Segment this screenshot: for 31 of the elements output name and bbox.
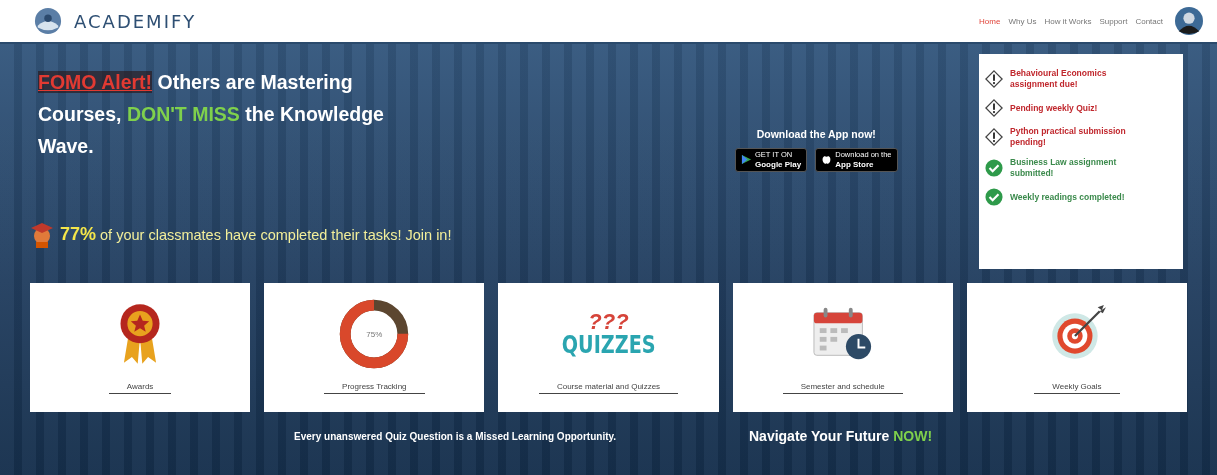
headline: FOMO Alert! Others are Mastering Courses, DON'T MISS the Knowledge Wave. <box>38 70 385 159</box>
classmates-stat: 77% of your classmates have completed their tasks! Join in! <box>60 223 452 245</box>
feature-card[interactable]: ??? QUIZZES Course material and Quizzes <box>498 283 719 412</box>
card-label: Weekly Goals <box>1034 379 1120 394</box>
card-label: Semester and schedule <box>782 379 903 394</box>
feature-card[interactable]: Awards <box>30 283 251 412</box>
brand-name: ACADEMIFY <box>74 10 197 32</box>
question-marks: ??? <box>588 311 629 333</box>
notification-text: Pending weekly Quiz! <box>1010 102 1098 114</box>
notification-text: Python practical submission pending! <box>1010 126 1127 148</box>
card-label: Course material and Quizzes <box>538 379 679 394</box>
nav-link[interactable]: Contact <box>1135 16 1163 26</box>
progress-reading: 75% <box>366 329 383 339</box>
feature-card[interactable]: Semester and schedule <box>732 283 953 412</box>
nav-link[interactable]: Support <box>1099 16 1128 26</box>
footer-cta: Navigate Your Future NOW! <box>749 428 933 444</box>
feature-card[interactable]: 75% Progress Tracking <box>264 283 485 412</box>
notification-text: Weekly readings completed! <box>1010 191 1125 203</box>
notification-text: Behavioural Economics assignment due! <box>1010 68 1108 90</box>
nav-link[interactable]: Home <box>979 16 1001 26</box>
graduate-icon <box>30 220 54 248</box>
nav-link[interactable]: How it Works <box>1044 16 1092 26</box>
quizzes-wordmark: QUIZZES <box>561 333 656 357</box>
download-title: Download the App now! <box>756 128 876 140</box>
nav-link[interactable]: Why Us <box>1008 16 1037 26</box>
feature-card[interactable]: Weekly Goals <box>966 283 1187 412</box>
avatar-icon[interactable] <box>1175 7 1203 35</box>
card-label: Progress Tracking <box>324 379 425 394</box>
card-label: Awards <box>108 379 172 394</box>
footer-message: Every unanswered Quiz Question is a Missed Learning Opportunity. <box>294 430 618 442</box>
notification-text: Business Law assignment submitted! <box>1010 157 1118 179</box>
